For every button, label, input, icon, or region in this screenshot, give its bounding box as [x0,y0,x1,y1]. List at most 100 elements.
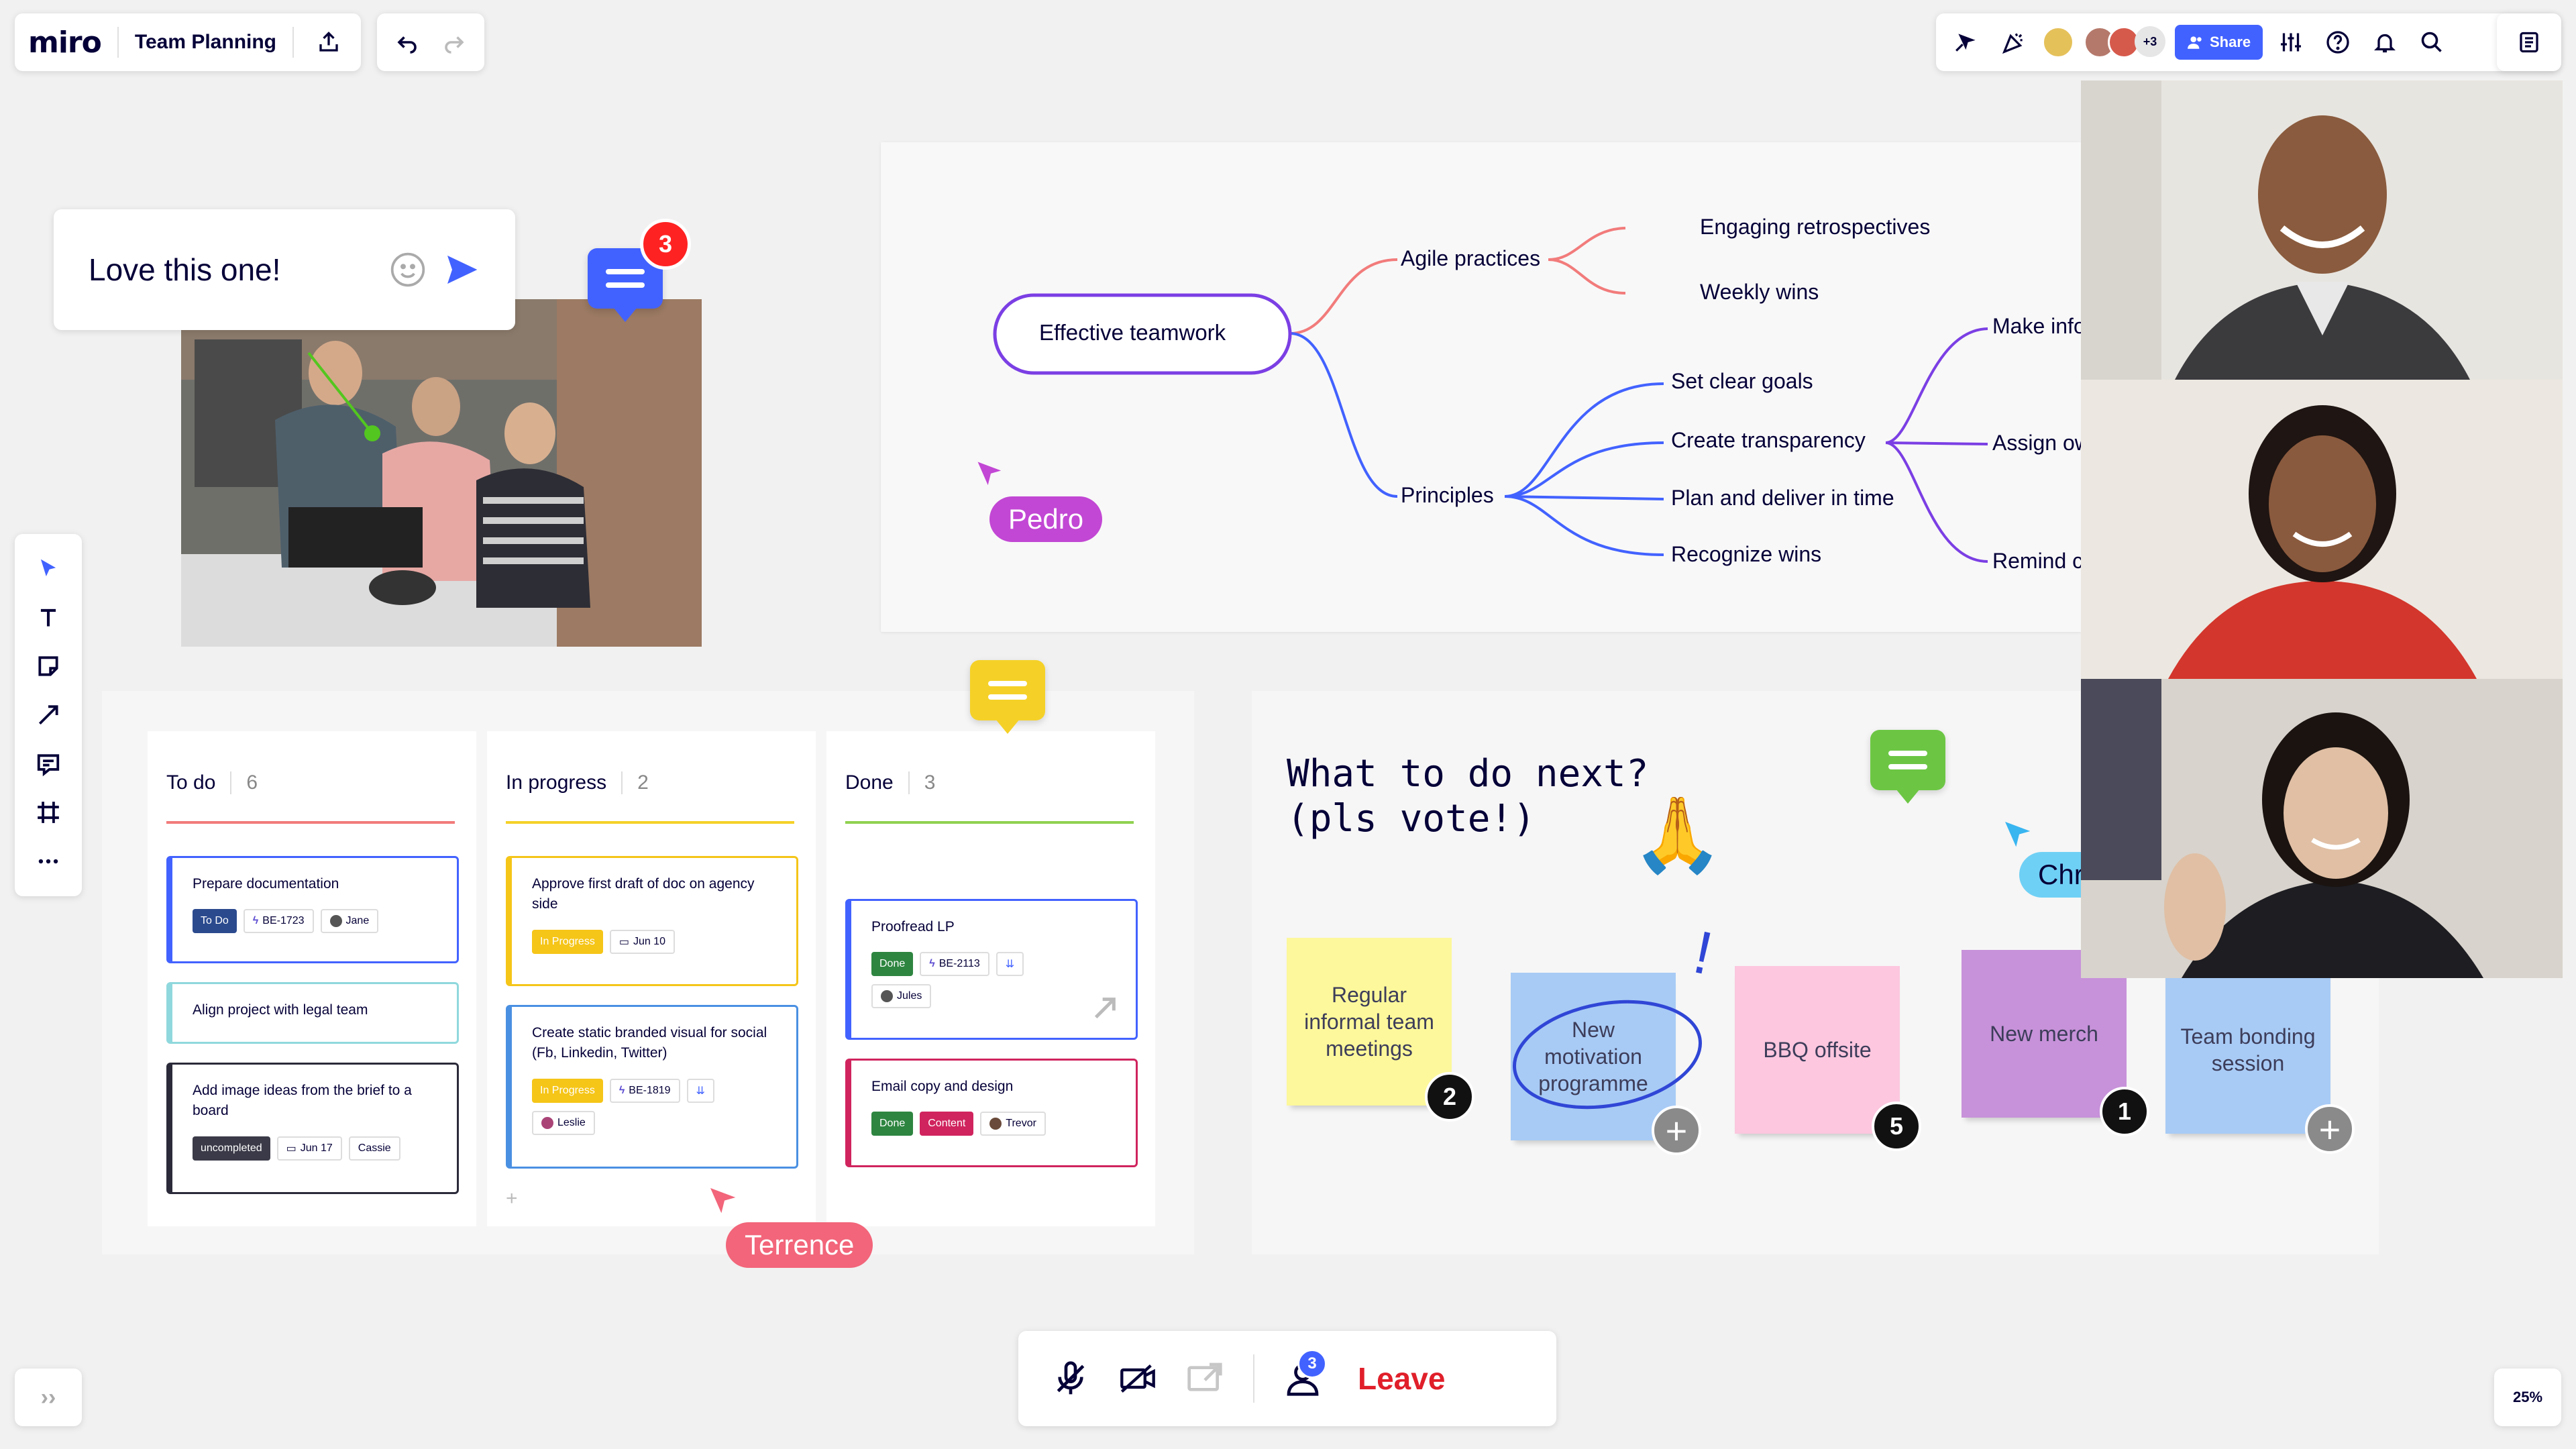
mind-map-node[interactable]: Create transparency [1671,428,1866,453]
mind-map-node[interactable]: Plan and deliver in time [1671,486,1894,511]
notifications-bell-icon[interactable] [2366,23,2404,61]
praying-hands-emoji[interactable]: 🙏 [1631,792,1723,878]
mind-map-node[interactable]: Set clear goals [1671,369,1813,394]
collaboration-bar: +3 Share [1936,13,2560,71]
board-title[interactable]: Team Planning [135,31,276,54]
team-photo[interactable] [181,299,702,647]
redo-icon[interactable] [435,23,473,61]
kanban-board[interactable]: To do 6 Prepare documentation To Do ϟ BE-… [102,691,1194,1254]
participants-button[interactable]: 3 [1284,1349,1327,1397]
column-header[interactable]: To do 6 [166,771,258,794]
video-tile-participant[interactable] [2081,380,2563,679]
kanban-card[interactable]: Proofread LP Done ϟ BE-2113 ⇊ Jules [845,899,1138,1040]
help-icon[interactable] [2319,23,2357,61]
sticky-note[interactable]: Team bonding session [2165,966,2330,1134]
status-badge[interactable]: Done [871,1112,914,1136]
call-controls: 3 Leave [1018,1331,1556,1426]
assignee-tag[interactable]: Jane [320,909,379,934]
priority-icon[interactable]: ⇊ [996,952,1024,977]
priority-icon[interactable]: ⇊ [686,1078,714,1103]
mind-map-node[interactable]: Recognize wins [1671,542,1821,567]
due-date-tag[interactable]: ▭ Jun 10 [609,929,675,954]
kanban-card[interactable]: Align project with legal team [166,982,459,1044]
select-cursor-icon[interactable] [30,550,67,588]
add-vote-button[interactable]: + [2305,1104,2355,1154]
more-tools-icon[interactable] [30,843,67,880]
camera-off-icon[interactable] [1119,1360,1157,1397]
mind-map-node[interactable]: Assign ow [1992,431,2082,455]
mind-map-root[interactable]: Effective teamwork [1039,320,1226,345]
card-title: Proofread LP [871,919,955,934]
comment-text[interactable]: Love this one! [89,252,373,288]
share-button[interactable]: Share [2175,25,2263,60]
ticket-id: BE-1723 [262,915,305,927]
voting-title[interactable]: What to do next? (pls vote!) [1287,751,1648,841]
mind-map-node[interactable]: Engaging retrospectives [1700,215,1930,239]
jira-ticket-tag[interactable]: ϟ BE-2113 [920,952,989,977]
comment-thread-bubble[interactable]: 3 [588,219,691,322]
card-link-icon[interactable] [1091,995,1118,1022]
video-tile-participant[interactable] [2081,80,2563,380]
comment-thread-bubble[interactable] [1870,730,1945,804]
zoom-level[interactable]: 25% [2494,1368,2561,1426]
status-badge[interactable]: To Do [193,909,237,934]
collaborator-cursor-icon [2005,822,2031,847]
send-icon[interactable] [443,251,480,288]
connector-line-icon[interactable] [30,696,67,734]
export-icon[interactable] [310,23,347,61]
comment-input-card[interactable]: Love this one! [54,209,515,330]
microphone-muted-icon[interactable] [1052,1360,1089,1397]
column-header[interactable]: Done 3 [845,771,935,794]
sticky-note[interactable]: Regular informal team meetings [1287,938,1452,1106]
emoji-picker-icon[interactable] [389,251,427,288]
mind-map-frame[interactable]: Effective teamwork Agile practices Engag… [881,142,2082,632]
add-vote-button[interactable]: + [1652,1106,1701,1155]
sticky-note[interactable]: BBQ offsite [1735,966,1900,1134]
mind-map-node[interactable]: Make info [1992,314,2082,339]
mind-map-node[interactable]: Principles [1401,483,1494,508]
cursor-tracking-icon[interactable] [1948,23,1986,61]
mind-map-node[interactable]: Weekly wins [1700,280,1819,305]
handwritten-circle [1512,1000,1703,1110]
column-header[interactable]: In progress 2 [506,771,649,794]
text-tool-icon[interactable] [30,599,67,637]
assignee-tag[interactable]: Leslie [532,1110,595,1135]
kanban-card[interactable]: Approve first draft of doc on agency sid… [506,856,798,986]
status-badge[interactable]: uncompleted [193,1136,270,1161]
settings-sliders-icon[interactable] [2272,23,2310,61]
mind-map-node[interactable]: Remind c [1992,549,2082,574]
kanban-card[interactable]: Email copy and design Done Content Trevo… [845,1059,1138,1167]
status-badge[interactable]: In Progress [532,929,603,954]
frame-tool-icon[interactable] [30,794,67,831]
status-badge[interactable]: In Progress [532,1078,603,1103]
kanban-card[interactable]: Create static branded visual for social … [506,1005,798,1169]
search-icon[interactable] [2413,23,2451,61]
assignee-tag[interactable]: Trevor [980,1112,1046,1136]
more-collaborators-count[interactable]: +3 [2135,26,2165,57]
category-tag[interactable]: Content [920,1112,974,1136]
celebrate-icon[interactable] [1995,23,2033,61]
leave-call-button[interactable]: Leave [1358,1360,1445,1397]
undo-icon[interactable] [388,23,426,61]
expand-panel-button[interactable]: ›› [15,1368,82,1426]
avatar[interactable] [2042,26,2074,58]
handwritten-exclamation[interactable]: ! [1688,918,1719,989]
jira-ticket-tag[interactable]: ϟ BE-1819 [609,1078,680,1103]
add-card-button[interactable]: + [506,1187,518,1210]
kanban-card[interactable]: Add image ideas from the brief to a boar… [166,1063,459,1194]
kanban-card[interactable]: Prepare documentation To Do ϟ BE-1723 Jan… [166,856,459,963]
comment-thread-bubble[interactable] [970,660,1045,734]
comment-icon [970,660,1045,734]
assignee-tag[interactable]: Cassie [348,1136,400,1161]
assignee-tag[interactable]: Jules [871,984,932,1009]
due-date-tag[interactable]: ▭ Jun 17 [276,1136,342,1161]
status-badge[interactable]: Done [871,952,914,977]
comment-tool-icon[interactable] [30,745,67,783]
mind-map-node[interactable]: Agile practices [1401,246,1540,271]
sticky-note-icon[interactable] [30,647,67,685]
notes-panel-button[interactable] [2497,13,2561,71]
jira-ticket-tag[interactable]: ϟ BE-1723 [243,909,314,934]
miro-logo[interactable]: miro [28,25,102,60]
video-tile-participant[interactable] [2081,679,2563,978]
share-screen-icon[interactable] [1186,1360,1224,1397]
